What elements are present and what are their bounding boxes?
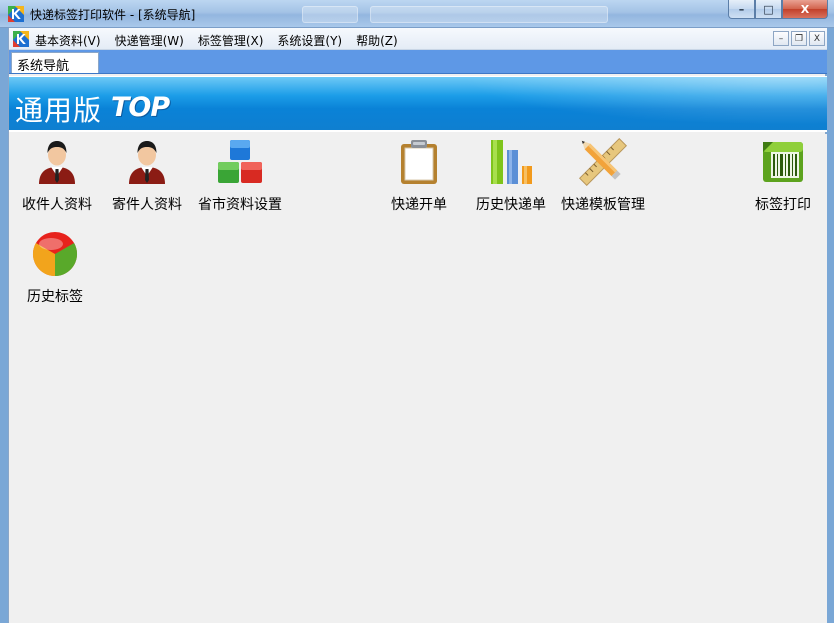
nav-history-orders-label: 历史快递单 — [476, 197, 546, 213]
menu-help[interactable]: 帮助(Z) — [356, 32, 398, 49]
menu-express-management[interactable]: 快递管理(W) — [115, 32, 184, 49]
nav-express-template-management[interactable]: 快递模板管理 — [555, 137, 651, 214]
app-logo-icon[interactable] — [13, 31, 29, 47]
person-icon — [129, 141, 165, 184]
navigation-panel: 收件人资料 寄件人资料 省市资料设置 快递开单 历史快递单 快递模板管理 标签打… — [9, 134, 827, 623]
app-logo-icon — [8, 6, 24, 22]
close-icon: X — [800, 2, 810, 16]
menu-basic-data[interactable]: 基本资料(V) — [35, 32, 101, 49]
maximize-icon: □ — [763, 2, 774, 16]
close-icon: X — [813, 33, 821, 44]
person-icon — [39, 141, 75, 184]
nav-sender-data[interactable]: 寄件人资料 — [107, 138, 187, 214]
client-area: 基本资料(V) 快递管理(W) 标签管理(X) 系统设置(Y) 帮助(Z) – … — [8, 28, 827, 623]
title-ghost-bar — [302, 6, 358, 23]
barcode-icon — [763, 142, 803, 182]
nav-receiver-label: 收件人资料 — [22, 197, 92, 213]
nav-receiver-data[interactable]: 收件人资料 — [17, 138, 97, 214]
minimize-icon: – — [738, 2, 745, 16]
window-controls: – □ X — [728, 0, 828, 20]
pie-chart-icon — [32, 232, 78, 277]
edition-banner: 通用版 TOP — [9, 76, 827, 132]
nav-new-express-order[interactable]: 快递开单 — [383, 138, 455, 214]
mdi-restore-button[interactable]: ❐ — [791, 31, 807, 46]
minimize-icon: – — [778, 33, 784, 44]
menu-bar: 基本资料(V) 快递管理(W) 标签管理(X) 系统设置(Y) 帮助(Z) – … — [9, 28, 827, 50]
nav-history-labels-label: 历史标签 — [27, 289, 83, 305]
blocks-icon — [218, 140, 262, 183]
nav-history-labels[interactable]: 历史标签 — [17, 230, 93, 306]
title-ghost-search — [370, 6, 608, 23]
nav-label-print-label: 标签打印 — [755, 197, 811, 213]
bar-chart-icon — [491, 140, 532, 184]
maximize-button[interactable]: □ — [755, 0, 782, 19]
menu-label-management[interactable]: 标签管理(X) — [198, 32, 264, 49]
menu-system-settings[interactable]: 系统设置(Y) — [277, 32, 342, 49]
mdi-controls: – ❐ X — [773, 31, 825, 46]
banner-top-tag: TOP — [111, 92, 170, 123]
nav-province-city-label: 省市资料设置 — [198, 197, 282, 213]
restore-icon: ❐ — [794, 33, 804, 44]
window-title: 快递标签打印软件 - [系统导航] — [30, 8, 196, 22]
minimize-button[interactable]: – — [728, 0, 755, 19]
nav-template-label: 快递模板管理 — [561, 197, 645, 213]
clipboard-icon — [401, 140, 437, 184]
mdi-close-button[interactable]: X — [809, 31, 825, 46]
nav-sender-label: 寄件人资料 — [112, 197, 182, 213]
nav-history-express-orders[interactable]: 历史快递单 — [471, 138, 551, 214]
title-bar[interactable]: 快递标签打印软件 - [系统导航] – □ X — [0, 0, 834, 28]
close-button[interactable]: X — [782, 0, 828, 19]
menu-items: 基本资料(V) 快递管理(W) 标签管理(X) 系统设置(Y) 帮助(Z) — [35, 32, 398, 49]
nav-province-city-settings[interactable]: 省市资料设置 — [192, 138, 288, 214]
banner-title: 通用版 — [15, 94, 103, 127]
pencil-ruler-icon — [578, 137, 628, 187]
mdi-minimize-button[interactable]: – — [773, 31, 789, 46]
tab-system-navigation[interactable]: 系统导航 — [11, 52, 99, 74]
tab-strip: 系统导航 — [9, 50, 827, 74]
nav-new-order-label: 快递开单 — [391, 197, 447, 213]
nav-label-print[interactable]: 标签打印 — [749, 138, 817, 214]
